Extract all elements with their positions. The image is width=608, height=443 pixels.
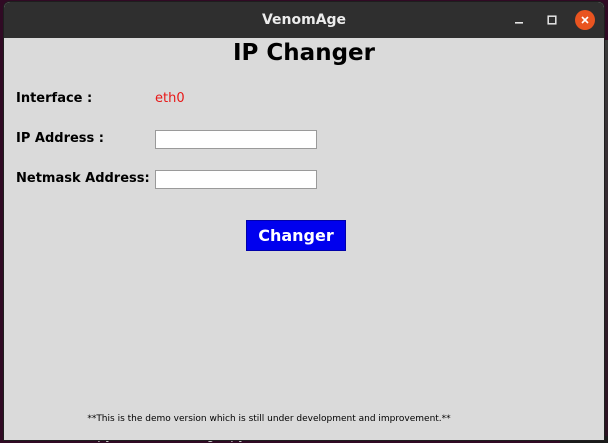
changer-button[interactable]: Changer: [246, 220, 346, 251]
maximize-button[interactable]: [542, 10, 562, 30]
netmask-input[interactable]: [155, 170, 317, 189]
app-window: VenomAge IP Changer Interface : eth0 IP …: [4, 2, 604, 440]
window-titlebar[interactable]: VenomAge: [4, 2, 604, 38]
netmask-label: Netmask Address:: [16, 171, 150, 186]
ip-address-label: IP Address :: [16, 131, 104, 146]
close-button[interactable]: [575, 10, 595, 30]
maximize-icon: [547, 15, 557, 25]
interface-value: eth0: [155, 91, 185, 106]
interface-label: Interface :: [16, 91, 93, 106]
page-title: IP Changer: [233, 40, 375, 66]
minimize-button[interactable]: [509, 10, 529, 30]
demo-version-note: **This is the demo version which is stil…: [87, 414, 451, 424]
close-icon: [581, 16, 589, 24]
ip-address-input[interactable]: [155, 130, 317, 149]
minimize-icon: [515, 22, 523, 24]
